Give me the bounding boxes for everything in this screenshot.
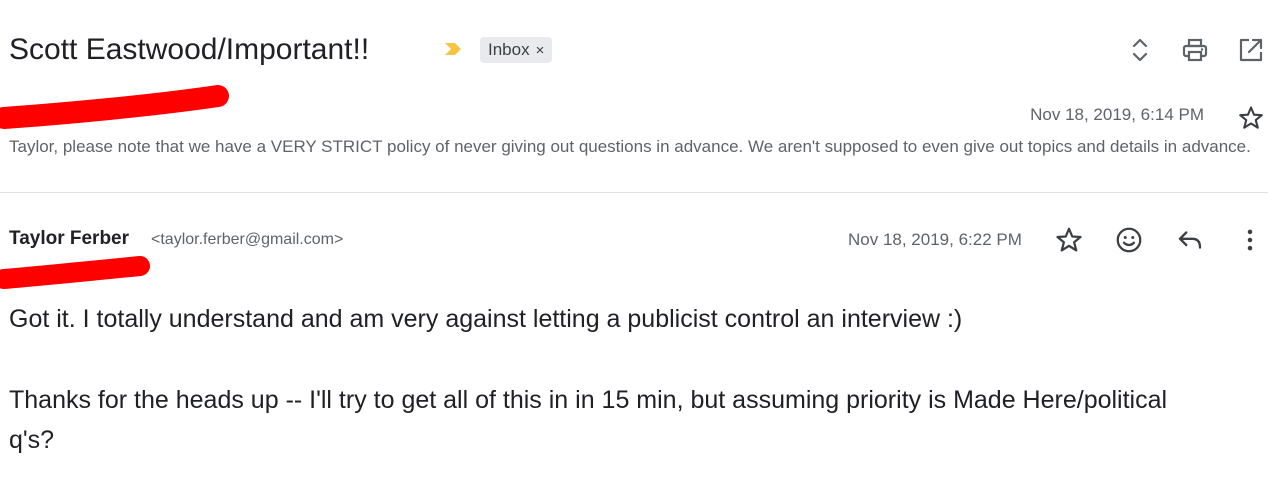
sender-name: Taylor Ferber — [9, 228, 130, 249]
star-icon[interactable] — [1054, 225, 1084, 255]
thread-subject: Scott Eastwood/Important!! — [9, 33, 370, 66]
expand-collapse-icon[interactable] — [1125, 35, 1155, 65]
reply-icon[interactable] — [1175, 225, 1205, 255]
star-icon[interactable] — [1237, 104, 1265, 132]
message-date: Nov 18, 2019, 6:14 PM — [1030, 105, 1204, 124]
message-body-paragraph: Thanks for the heads up -- I'll try to g… — [9, 386, 1168, 454]
print-icon[interactable] — [1180, 35, 1210, 65]
emoji-reaction-icon[interactable] — [1114, 225, 1144, 255]
message-body-paragraph: Got it. I totally understand and am very… — [9, 305, 963, 333]
message-date: Nov 18, 2019, 6:22 PM — [848, 230, 1022, 249]
label-text: Inbox — [488, 40, 530, 59]
message-divider — [0, 192, 1268, 193]
remove-label-button[interactable]: × — [536, 43, 545, 58]
redacted-sender-name — [0, 84, 232, 134]
redacted-recipient — [0, 250, 156, 292]
more-options-icon[interactable] — [1235, 225, 1265, 255]
inbox-label-chip[interactable]: Inbox × — [480, 37, 553, 63]
sender-email: <taylor.ferber@gmail.com> — [151, 231, 344, 248]
open-in-new-window-icon[interactable] — [1236, 35, 1266, 65]
message-snippet[interactable]: Taylor, please note that we have a VERY … — [9, 136, 1259, 158]
importance-marker-icon[interactable] — [443, 41, 463, 57]
